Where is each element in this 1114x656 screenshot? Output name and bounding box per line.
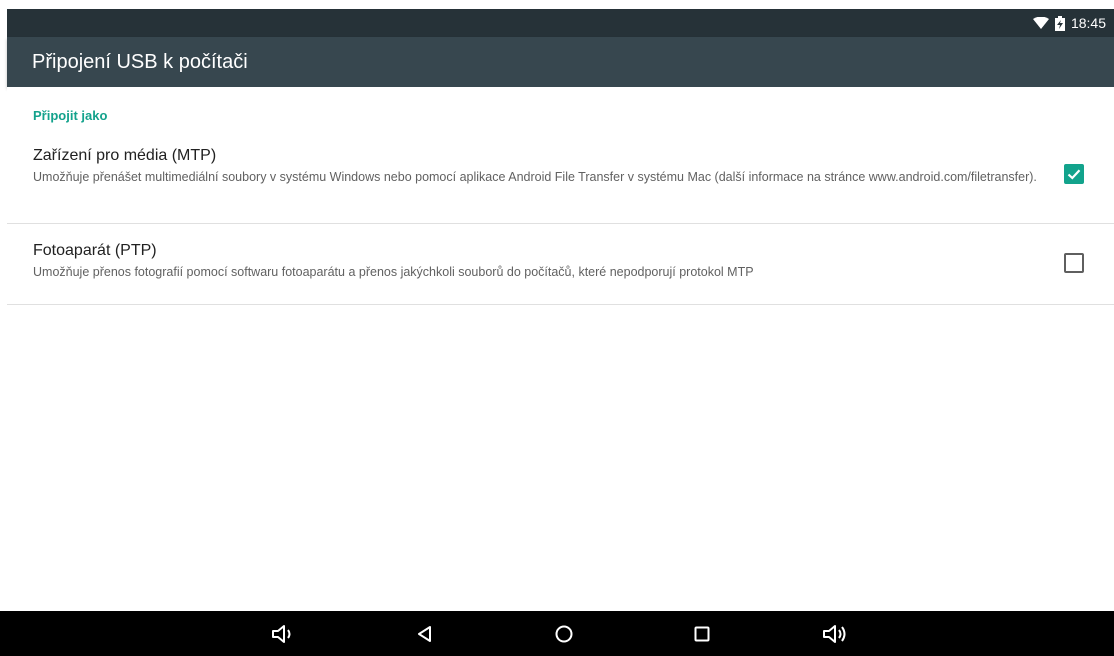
clock: 18:45 bbox=[1070, 15, 1106, 31]
volume-down-icon bbox=[272, 625, 291, 643]
status-icons: 18:45 bbox=[1032, 9, 1106, 37]
navigation-bar bbox=[0, 611, 1114, 656]
volume-down-button[interactable] bbox=[265, 617, 301, 651]
page-title: Připojení USB k počítači bbox=[32, 51, 248, 73]
back-icon bbox=[418, 626, 431, 642]
option-ptp-title: Fotoaparát (PTP) bbox=[33, 242, 157, 259]
option-mtp-title: Zařízení pro média (MTP) bbox=[33, 147, 217, 164]
status-bar: 18:45 bbox=[7, 9, 1114, 37]
home-icon bbox=[555, 625, 573, 643]
checkmark-icon bbox=[1067, 169, 1081, 180]
mtp-checkbox[interactable] bbox=[1064, 164, 1084, 184]
wifi-icon bbox=[1032, 17, 1049, 29]
preferences-list: Připojit jako Zařízení pro média (MTP) U… bbox=[7, 87, 1114, 611]
recents-icon bbox=[694, 626, 710, 642]
option-mtp[interactable]: Zařízení pro média (MTP) Umožňuje přenáš… bbox=[7, 139, 1114, 224]
volume-up-button[interactable] bbox=[818, 617, 854, 651]
battery-charging-icon bbox=[1054, 15, 1065, 31]
option-mtp-summary: Umožňuje přenášet multimediální soubory … bbox=[33, 170, 1037, 184]
ptp-checkbox[interactable] bbox=[1064, 253, 1084, 273]
section-header: Připojit jako bbox=[33, 108, 108, 123]
window-frame-left bbox=[0, 0, 7, 656]
option-ptp-summary: Umožňuje přenos fotografií pomocí softwa… bbox=[33, 265, 754, 279]
volume-up-icon bbox=[823, 625, 846, 643]
window-frame-top bbox=[0, 0, 1114, 9]
back-button[interactable] bbox=[407, 617, 443, 651]
option-ptp[interactable]: Fotoaparát (PTP) Umožňuje přenos fotogra… bbox=[7, 224, 1114, 305]
home-button[interactable] bbox=[546, 617, 582, 651]
recents-button[interactable] bbox=[684, 617, 720, 651]
app-bar: Připojení USB k počítači bbox=[7, 37, 1114, 87]
